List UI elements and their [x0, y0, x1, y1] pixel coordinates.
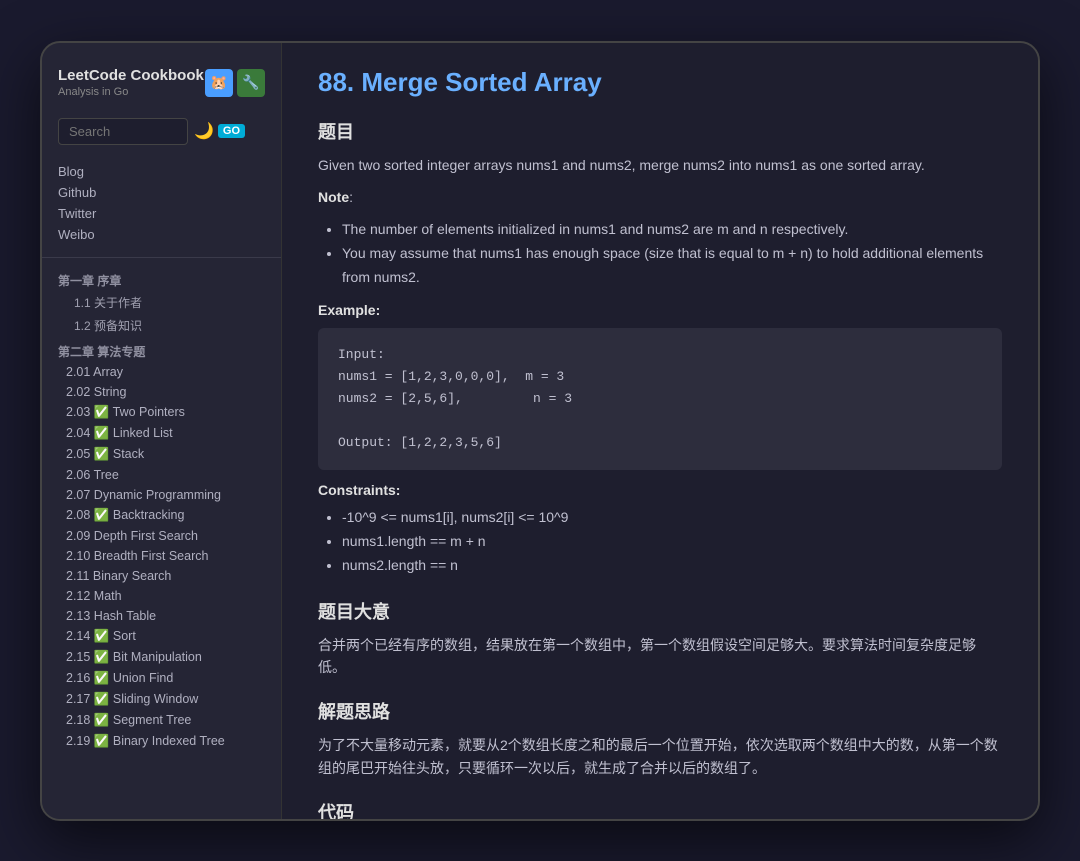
constraints-list: -10^9 <= nums1[i], nums2[i] <= 10^9 nums…	[318, 506, 1002, 577]
constraint-item-2: nums1.length == m + n	[342, 530, 1002, 554]
sidebar-item-2-11[interactable]: 2.11 Binary Search	[42, 566, 281, 586]
search-input[interactable]	[58, 118, 188, 145]
logo-icons: 🐹 🔧	[205, 69, 265, 97]
sidebar-item-2-18[interactable]: 2.18 ✅ Segment Tree	[42, 710, 281, 731]
sidebar-item-2-06[interactable]: 2.06 Tree	[42, 465, 281, 485]
app-subtitle: Analysis in Go	[58, 86, 204, 98]
section-header-ch2: 第二章 算法专题	[42, 337, 281, 362]
sidebar-item-1-1[interactable]: 1.1 关于作者	[42, 291, 281, 314]
tablet-frame: LeetCode Cookbook Analysis in Go 🐹 🔧 🌙 G…	[40, 41, 1040, 821]
sidebar-item-2-09[interactable]: 2.09 Depth First Search	[42, 526, 281, 546]
note-item-1: The number of elements initialized in nu…	[342, 218, 1002, 242]
code-section-title: 代码	[318, 799, 1002, 818]
summary-text: 合并两个已经有序的数组，结果放在第一个数组中，第一个数组假设空间足够大。要求算法…	[318, 634, 1002, 679]
nav-weibo[interactable]: Weibo	[58, 224, 265, 245]
sidebar-item-2-07[interactable]: 2.07 Dynamic Programming	[42, 485, 281, 505]
note-label: Note	[318, 189, 349, 205]
sidebar-item-2-01[interactable]: 2.01 Array	[42, 362, 281, 382]
sidebar-item-2-12[interactable]: 2.12 Math	[42, 586, 281, 606]
sidebar-logo: LeetCode Cookbook Analysis in Go 🐹 🔧	[42, 59, 281, 110]
sidebar-item-2-14[interactable]: 2.14 ✅ Sort	[42, 626, 281, 647]
sidebar-item-1-2[interactable]: 1.2 预备知识	[42, 314, 281, 337]
sidebar: LeetCode Cookbook Analysis in Go 🐹 🔧 🌙 G…	[42, 43, 282, 819]
sidebar-item-2-03[interactable]: 2.03 ✅ Two Pointers	[42, 402, 281, 423]
sidebar-item-2-08[interactable]: 2.08 ✅ Backtracking	[42, 505, 281, 526]
example-code-content: Input: nums1 = [1,2,3,0,0,0], m = 3 nums…	[338, 344, 982, 454]
sidebar-item-2-19[interactable]: 2.19 ✅ Binary Indexed Tree	[42, 731, 281, 752]
sidebar-sections: 第一章 序章 1.1 关于作者 1.2 预备知识 第二章 算法专题 2.01 A…	[42, 266, 281, 752]
note-paragraph: Note:	[318, 186, 1002, 208]
approach-section-title: 解题思路	[318, 698, 1002, 724]
sidebar-item-2-15[interactable]: 2.15 ✅ Bit Manipulation	[42, 647, 281, 668]
app-layout: LeetCode Cookbook Analysis in Go 🐹 🔧 🌙 G…	[42, 43, 1038, 819]
nav-links: Blog Github Twitter Weibo	[42, 157, 281, 258]
search-icons: 🌙 GO	[194, 121, 245, 141]
gopher-icon: 🐹	[205, 69, 233, 97]
problem-section-title: 题目	[318, 118, 1002, 144]
note-list: The number of elements initialized in nu…	[318, 218, 1002, 289]
sidebar-item-2-02[interactable]: 2.02 String	[42, 382, 281, 402]
app-title: LeetCode Cookbook	[58, 67, 204, 84]
nav-twitter[interactable]: Twitter	[58, 203, 265, 224]
nav-blog[interactable]: Blog	[58, 161, 265, 182]
sidebar-item-2-17[interactable]: 2.17 ✅ Sliding Window	[42, 689, 281, 710]
go-lang-badge: GO	[218, 124, 245, 138]
search-container: 🌙 GO	[42, 110, 281, 157]
sidebar-item-2-13[interactable]: 2.13 Hash Table	[42, 606, 281, 626]
example-code-block: Input: nums1 = [1,2,3,0,0,0], m = 3 nums…	[318, 328, 1002, 470]
summary-section-title: 题目大意	[318, 598, 1002, 624]
problem-description: Given two sorted integer arrays nums1 an…	[318, 154, 1002, 176]
section-header-ch1: 第一章 序章	[42, 266, 281, 291]
page-title: 88. Merge Sorted Array	[318, 67, 1002, 98]
sidebar-item-2-04[interactable]: 2.04 ✅ Linked List	[42, 423, 281, 444]
sidebar-item-2-16[interactable]: 2.16 ✅ Union Find	[42, 668, 281, 689]
go-icon: 🔧	[237, 69, 265, 97]
moon-icon: 🌙	[194, 121, 214, 141]
sidebar-item-2-10[interactable]: 2.10 Breadth First Search	[42, 546, 281, 566]
example-label: Example:	[318, 302, 1002, 318]
approach-text: 为了不大量移动元素，就要从2个数组长度之和的最后一个位置开始，依次选取两个数组中…	[318, 734, 1002, 779]
constraints-label: Constraints:	[318, 482, 1002, 498]
main-content: 88. Merge Sorted Array 题目 Given two sort…	[282, 43, 1038, 819]
sidebar-item-2-05[interactable]: 2.05 ✅ Stack	[42, 444, 281, 465]
nav-github[interactable]: Github	[58, 182, 265, 203]
note-item-2: You may assume that nums1 has enough spa…	[342, 242, 1002, 290]
constraint-item-3: nums2.length == n	[342, 554, 1002, 578]
constraint-item-1: -10^9 <= nums1[i], nums2[i] <= 10^9	[342, 506, 1002, 530]
